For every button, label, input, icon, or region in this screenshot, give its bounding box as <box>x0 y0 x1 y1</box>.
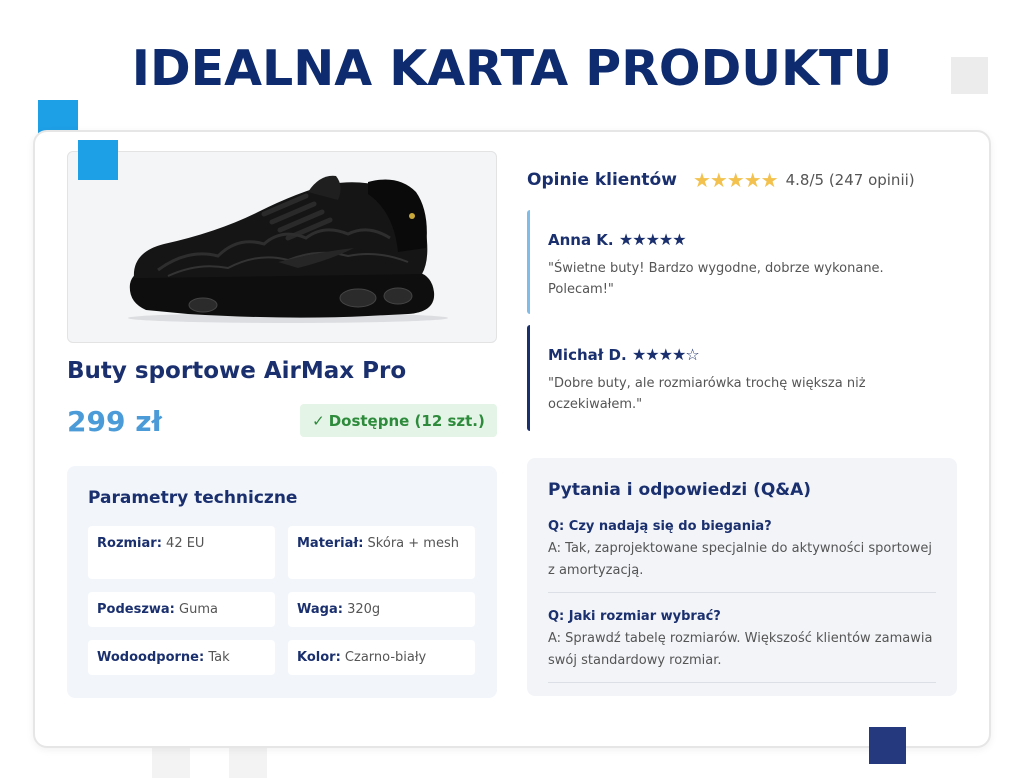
param-value: Tak <box>208 650 230 665</box>
rating-score: 4.8/5 (247 opinii) <box>785 171 915 189</box>
param-value: Skóra + mesh <box>367 536 459 551</box>
review-author-name: Michał D. <box>548 346 627 364</box>
review-text: "Świetne buty! Bardzo wygodne, dobrze wy… <box>548 261 884 297</box>
reviews-title: Opinie klientów <box>527 170 677 190</box>
qa-question: Q: Jaki rozmiar wybrać? <box>548 609 721 624</box>
param-sole: Podeszwa: Guma <box>88 592 275 627</box>
param-value: 42 EU <box>166 536 205 551</box>
stock-text: Dostępne (12 szt.) <box>328 411 485 430</box>
technical-params: Parametry techniczne Rozmiar: 42 EU Mate… <box>67 466 497 698</box>
qa-title: Pytania i odpowiedzi (Q&A) <box>548 480 812 500</box>
rating-stars-icon: ★★★★★ <box>692 168 779 192</box>
review-text: "Dobre buty, ale rozmiarówka trochę więk… <box>548 376 866 412</box>
param-waterproof: Wodoodporne: Tak <box>88 640 275 675</box>
param-value: Czarno-biały <box>344 650 427 665</box>
qa-item: Q: Jaki rozmiar wybrać? A: Sprawdź tabel… <box>548 608 936 683</box>
stock-badge: ✓ Dostępne (12 szt.) <box>300 404 497 437</box>
param-label: Waga: <box>297 602 343 617</box>
qa-question: Q: Czy nadają się do biegania? <box>548 519 772 534</box>
review-item: Michał D. ★★★★☆ "Dobre buty, ale rozmiar… <box>527 325 957 431</box>
qa-answer: A: Sprawdź tabelę rozmiarów. Większość k… <box>548 631 933 668</box>
review-stars-icon: ★★★★★ <box>618 230 687 249</box>
param-value: 320g <box>347 602 381 617</box>
param-weight: Waga: 320g <box>288 592 475 627</box>
param-label: Kolor: <box>297 650 341 665</box>
param-color: Kolor: Czarno-biały <box>288 640 475 675</box>
decor-square <box>869 727 906 764</box>
check-icon: ✓ <box>312 411 325 430</box>
product-name: Buty sportowe AirMax Pro <box>67 358 407 384</box>
review-author: Michał D. ★★★★☆ <box>548 345 957 364</box>
params-title: Parametry techniczne <box>88 488 298 508</box>
param-label: Rozmiar: <box>97 536 162 551</box>
sneaker-image <box>128 175 448 323</box>
param-value: Guma <box>179 602 218 617</box>
qa-answer: A: Tak, zaprojektowane specjalnie do akt… <box>548 541 933 578</box>
qa-item: Q: Czy nadają się do biegania? A: Tak, z… <box>548 518 936 593</box>
review-author: Anna K. ★★★★★ <box>548 230 957 249</box>
product-image[interactable] <box>67 151 497 343</box>
review-stars-icon: ★★★★☆ <box>631 345 700 364</box>
param-label: Podeszwa: <box>97 602 175 617</box>
decor-square <box>78 140 118 180</box>
review-author-name: Anna K. <box>548 231 614 249</box>
param-label: Materiał: <box>297 536 364 551</box>
review-item: Anna K. ★★★★★ "Świetne buty! Bardzo wygo… <box>527 210 957 314</box>
page-title: IDEALNA KARTA PRODUKTU <box>131 40 893 97</box>
param-material: Materiał: Skóra + mesh <box>288 526 475 579</box>
reviews-header: Opinie klientów ★★★★★ 4.8/5 (247 opinii) <box>527 168 915 192</box>
param-size: Rozmiar: 42 EU <box>88 526 275 579</box>
decor-square <box>951 57 988 94</box>
product-card: Buty sportowe AirMax Pro 299 zł ✓ Dostęp… <box>33 130 991 748</box>
product-price: 299 zł <box>67 405 162 438</box>
qa-section: Pytania i odpowiedzi (Q&A) Q: Czy nadają… <box>527 458 957 696</box>
param-label: Wodoodporne: <box>97 650 205 665</box>
